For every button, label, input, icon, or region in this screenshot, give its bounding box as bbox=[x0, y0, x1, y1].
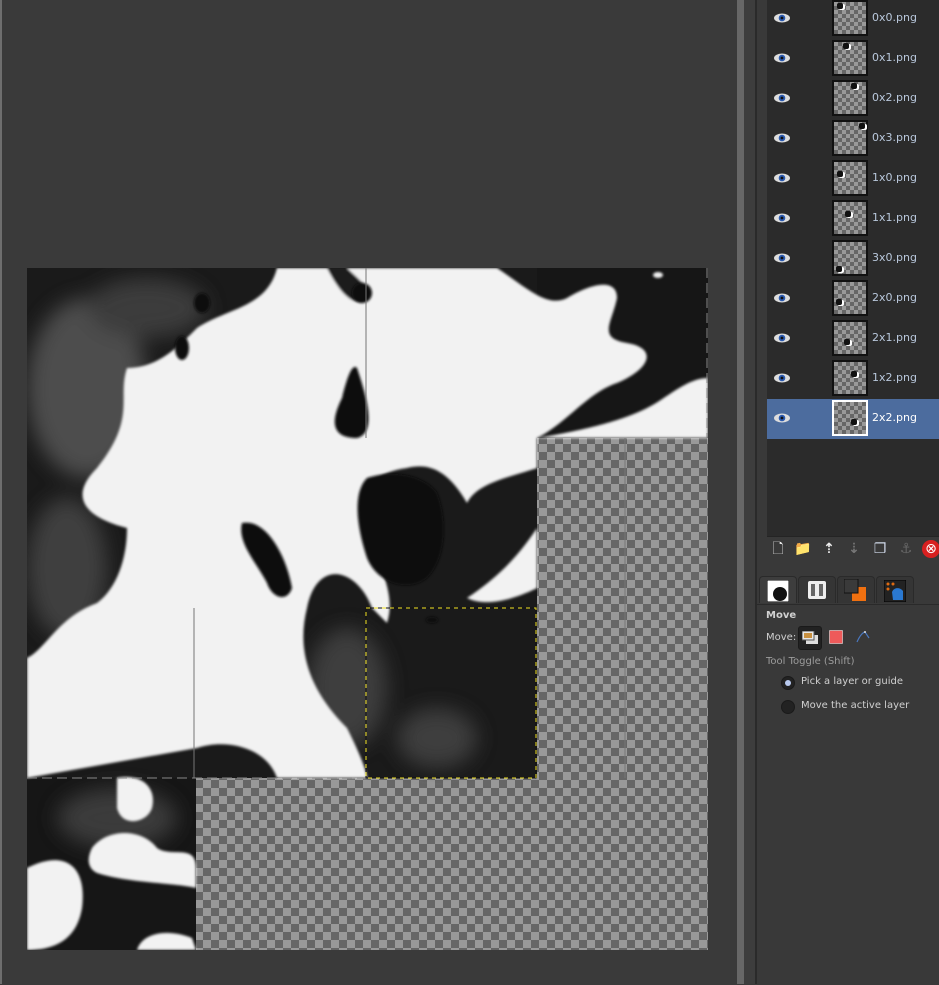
dock-tabs bbox=[757, 576, 939, 604]
device-status-icon bbox=[808, 581, 826, 599]
layer-name[interactable]: 1x0.png bbox=[872, 171, 917, 184]
eye-icon[interactable] bbox=[773, 292, 791, 304]
eye-icon[interactable] bbox=[773, 12, 791, 24]
image-canvas[interactable] bbox=[27, 268, 708, 950]
layer-row[interactable]: 1x1.png bbox=[767, 199, 939, 239]
tool-options-icon bbox=[767, 580, 789, 602]
layer-thumbnail bbox=[832, 160, 868, 196]
new-layer-icon[interactable]: 🗋 bbox=[769, 540, 787, 558]
layer-thumbnail bbox=[832, 200, 868, 236]
brushes-tab[interactable] bbox=[876, 576, 914, 603]
layer-thumbnail bbox=[832, 0, 868, 36]
layer-thumbnail bbox=[832, 40, 868, 76]
layers-list[interactable]: 0x0.png 0x1.png 0x2.png 0x3.png 1x0.png … bbox=[767, 0, 939, 537]
layer-row[interactable]: 1x2.png bbox=[767, 359, 939, 399]
layer-thumbnail bbox=[832, 240, 868, 276]
duplicate-layer-icon[interactable]: ❐ bbox=[871, 540, 889, 558]
layer-thumbnail bbox=[832, 400, 868, 436]
pick-layer-label[interactable]: Pick a layer or guide bbox=[801, 676, 903, 687]
layer-thumbnail bbox=[832, 320, 868, 356]
layer-name[interactable]: 1x1.png bbox=[872, 211, 917, 224]
layer-row[interactable]: 2x1.png bbox=[767, 319, 939, 359]
colors-icon bbox=[844, 579, 866, 601]
eye-icon[interactable] bbox=[773, 52, 791, 64]
colors-tab[interactable] bbox=[837, 576, 875, 603]
layer-name[interactable]: 2x0.png bbox=[872, 291, 917, 304]
eye-icon[interactable] bbox=[773, 332, 791, 344]
lower-layer-icon[interactable]: ⇣ bbox=[845, 540, 863, 558]
anchor-layer-icon[interactable]: ⚓ bbox=[897, 540, 915, 558]
eye-icon[interactable] bbox=[773, 212, 791, 224]
new-layer-group-icon[interactable]: 📁 bbox=[794, 540, 812, 558]
move-active-layer-radio[interactable] bbox=[781, 700, 795, 714]
pick-layer-radio[interactable] bbox=[781, 676, 795, 690]
layer-row[interactable]: 0x3.png bbox=[767, 119, 939, 159]
layer-row[interactable]: 2x0.png bbox=[767, 279, 939, 319]
move-active-layer-label[interactable]: Move the active layer bbox=[801, 700, 909, 711]
layer-thumbnail bbox=[832, 360, 868, 396]
eye-icon[interactable] bbox=[773, 412, 791, 424]
layer-thumbnail bbox=[832, 120, 868, 156]
delete-layer-icon[interactable]: ⊗ bbox=[922, 540, 939, 558]
layers-toolbar: 🗋 📁 ⇡ ⇣ ❐ ⚓ ⊗ bbox=[767, 540, 939, 562]
layer-name[interactable]: 2x1.png bbox=[872, 331, 917, 344]
move-selection-mode-button[interactable] bbox=[825, 626, 847, 648]
move-path-mode-button[interactable] bbox=[852, 626, 874, 648]
move-layer-mode-button[interactable] bbox=[798, 626, 822, 650]
tool-toggle-label: Tool Toggle (Shift) bbox=[766, 656, 855, 667]
brushes-icon bbox=[884, 580, 906, 602]
eye-icon[interactable] bbox=[773, 372, 791, 384]
tool-options-tab[interactable] bbox=[759, 576, 797, 603]
eye-icon[interactable] bbox=[773, 92, 791, 104]
tool-options-panel: Move Move: Tool Toggle (Shift) Pick a la… bbox=[757, 604, 939, 985]
layer-row[interactable]: 0x2.png bbox=[767, 79, 939, 119]
layer-row[interactable]: 0x0.png bbox=[767, 0, 939, 39]
image-content bbox=[27, 268, 708, 950]
layer-name[interactable]: 2x2.png bbox=[872, 411, 917, 424]
device-status-tab[interactable] bbox=[798, 576, 836, 603]
canvas-scrollbar[interactable] bbox=[737, 0, 744, 984]
selection-mode-icon bbox=[829, 630, 843, 644]
layer-row[interactable]: 0x1.png bbox=[767, 39, 939, 79]
path-mode-icon bbox=[856, 631, 870, 643]
layer-row-active[interactable]: 2x2.png bbox=[767, 399, 939, 439]
eye-icon[interactable] bbox=[773, 172, 791, 184]
layer-thumbnail bbox=[832, 80, 868, 116]
image-canvas-area[interactable] bbox=[2, 0, 737, 984]
layer-row[interactable]: 3x0.png bbox=[767, 239, 939, 279]
right-dock: 0x0.png 0x1.png 0x2.png 0x3.png 1x0.png … bbox=[757, 0, 939, 985]
layer-name[interactable]: 3x0.png bbox=[872, 251, 917, 264]
layer-row[interactable]: 1x0.png bbox=[767, 159, 939, 199]
raise-layer-icon[interactable]: ⇡ bbox=[820, 540, 838, 558]
layer-name[interactable]: 0x2.png bbox=[872, 91, 917, 104]
tool-options-title: Move bbox=[766, 610, 797, 621]
eye-icon[interactable] bbox=[773, 132, 791, 144]
eye-icon[interactable] bbox=[773, 252, 791, 264]
layer-name[interactable]: 0x1.png bbox=[872, 51, 917, 64]
layer-name[interactable]: 0x0.png bbox=[872, 11, 917, 24]
layer-name[interactable]: 0x3.png bbox=[872, 131, 917, 144]
layer-thumbnail bbox=[832, 280, 868, 316]
move-mode-label: Move: bbox=[766, 632, 797, 643]
layer-mode-icon bbox=[802, 631, 818, 644]
layer-name[interactable]: 1x2.png bbox=[872, 371, 917, 384]
